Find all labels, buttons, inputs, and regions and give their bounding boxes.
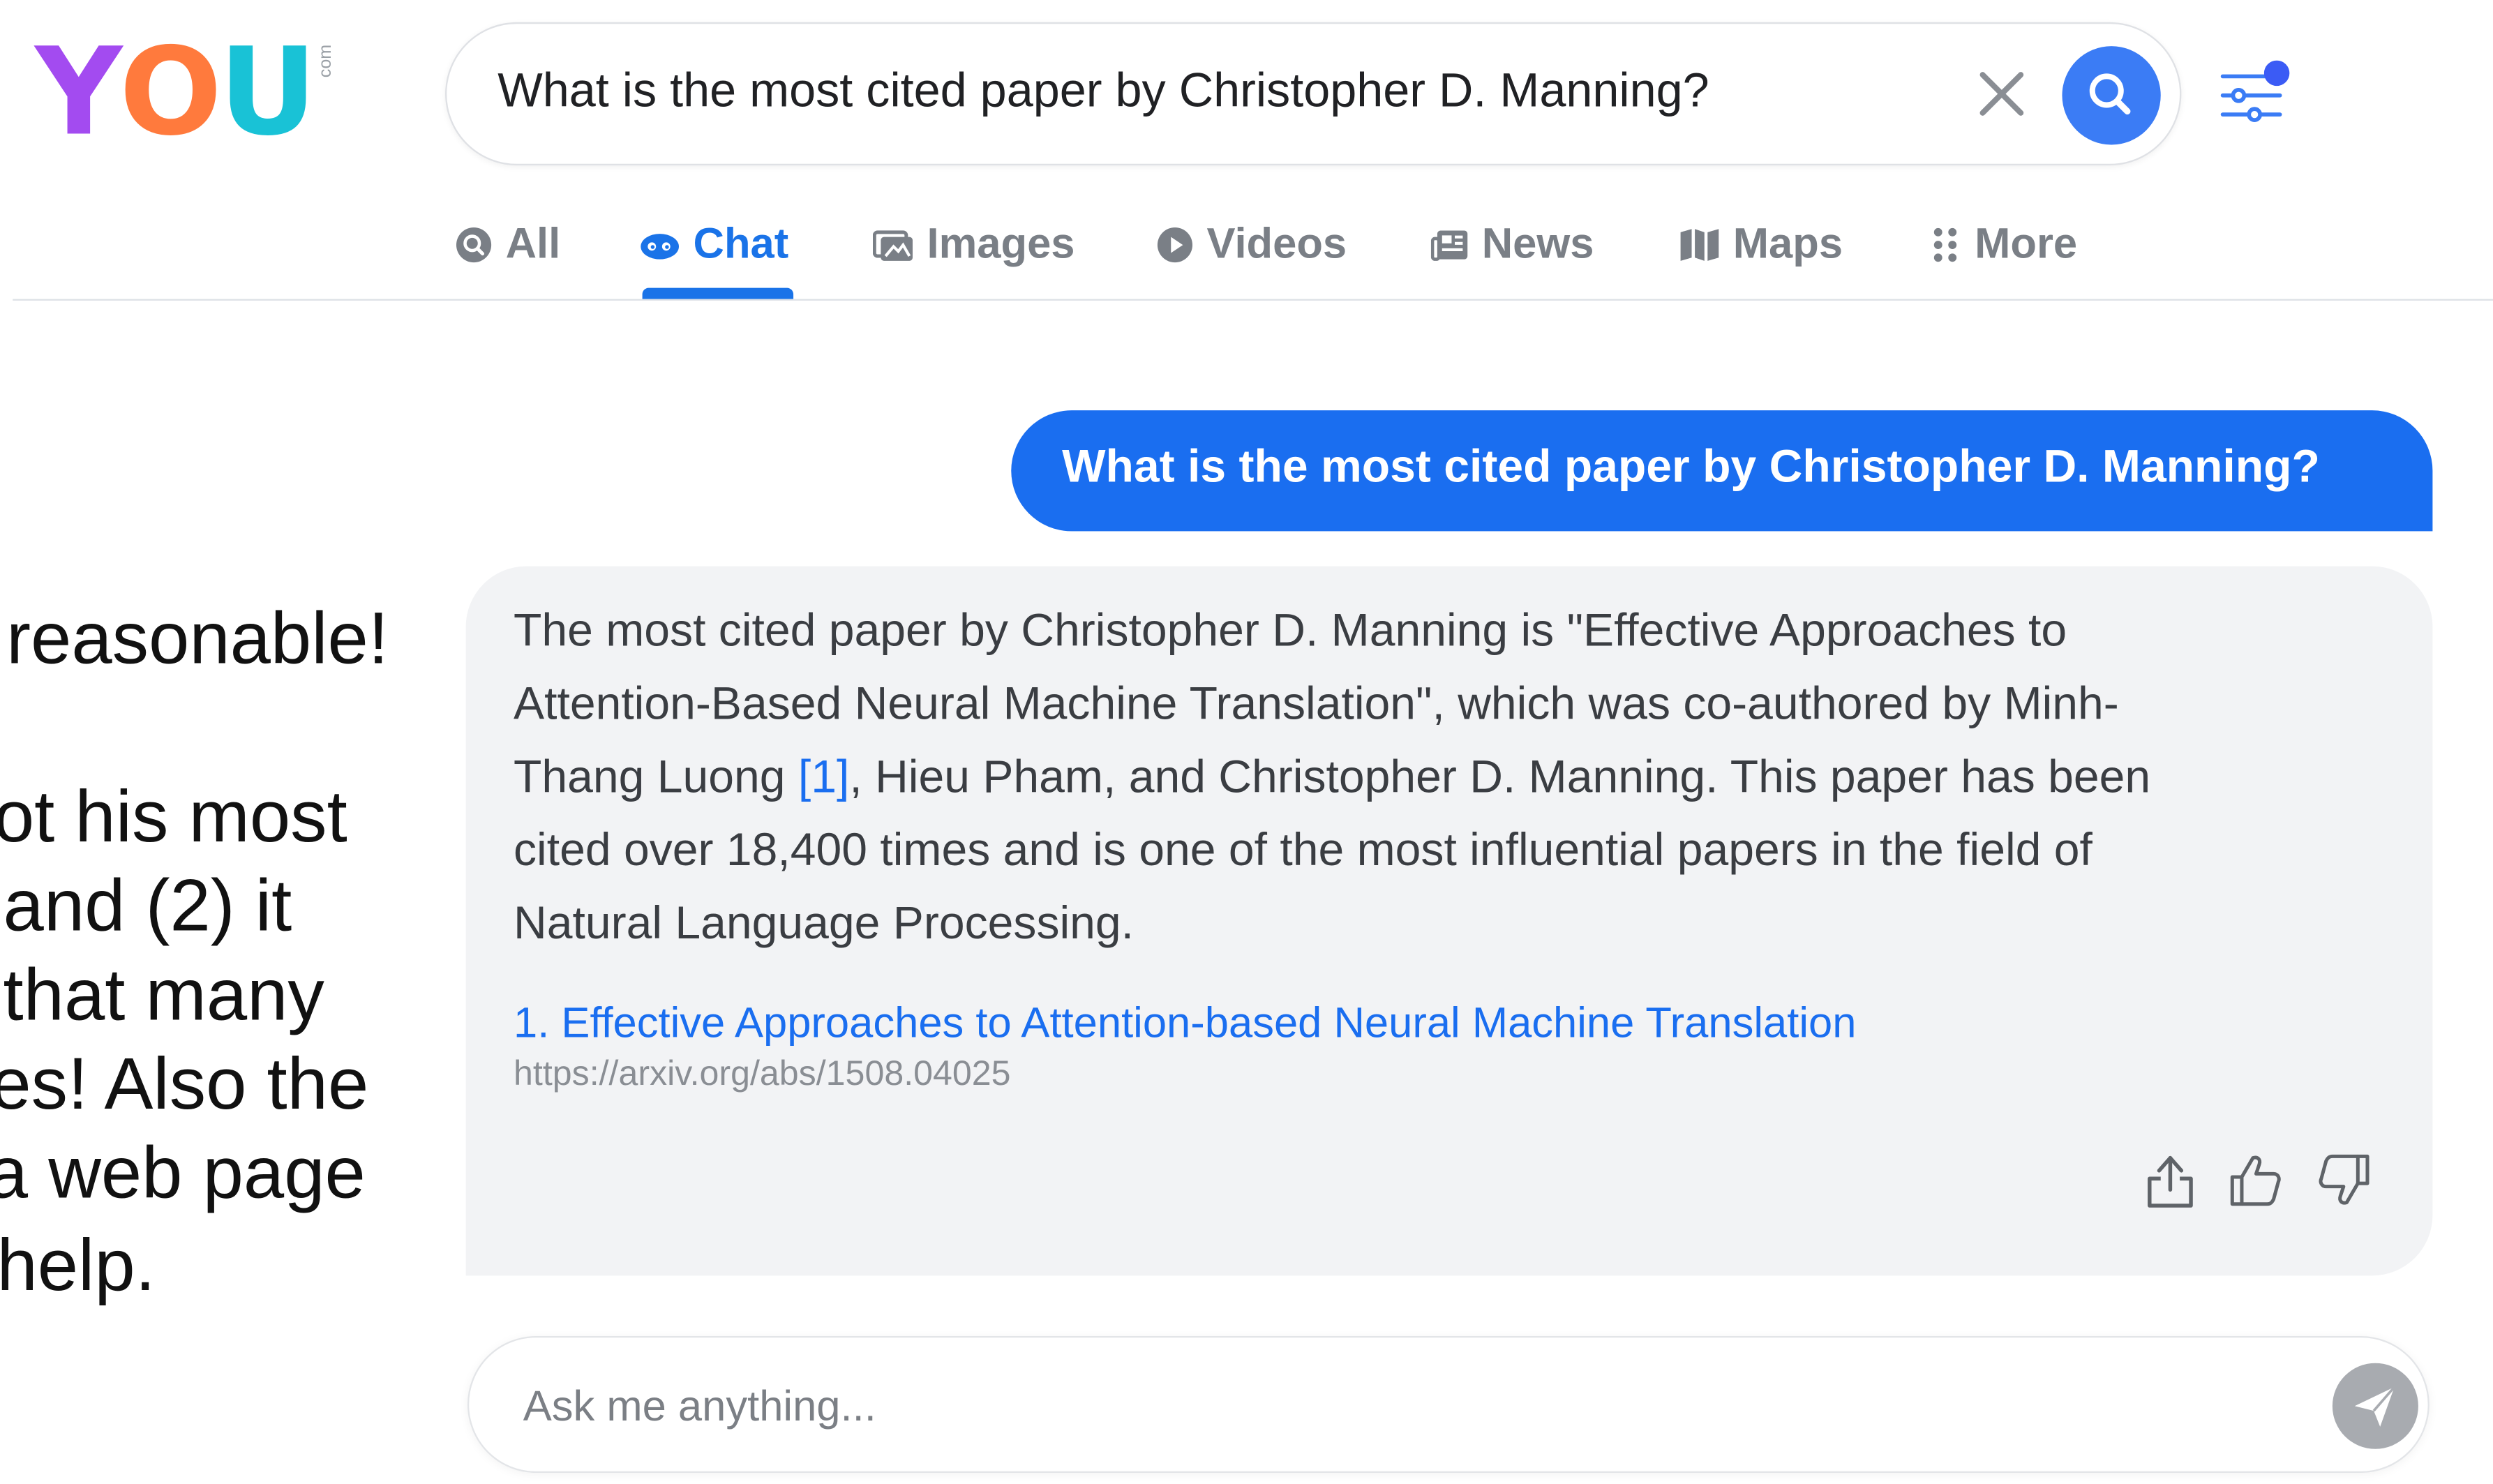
tab-label: More [1975,219,2078,267]
tab-label: News [1481,219,1594,267]
side-annotation-line-5: es! Also the [0,1042,369,1125]
logo-letter-u: U [218,20,317,163]
reference-link[interactable]: 1. Effective Approaches to Attention-bas… [514,999,1856,1049]
send-button[interactable] [2332,1363,2418,1449]
images-icon [873,230,913,260]
tab-label: Chat [693,219,789,267]
tab-label: All [505,219,561,267]
tab-all[interactable]: All [455,219,561,269]
user-message-text: What is the most cited paper by Christop… [1062,442,2320,493]
ask-bar [467,1335,2430,1474]
news-icon [1430,230,1468,260]
ask-input[interactable] [520,1372,2275,1440]
play-icon [1157,226,1193,262]
side-annotation-line-7: help. [0,1223,156,1306]
dots-grid-icon [1933,227,1957,262]
answer-fragment: , Hieu Pham, and Christopher D. Manning.… [849,752,2151,804]
page: Y O U com What is the most cited paper b… [0,0,2493,1484]
you-logo[interactable]: Y O U com [35,20,336,163]
citation-link[interactable]: [1] [798,752,849,803]
header-divider [13,299,2493,301]
map-icon [1680,228,1719,260]
thumbs-down-button[interactable] [2314,1148,2374,1212]
side-annotation-line-2: ot his most [0,774,347,857]
search-icon [2089,73,2131,115]
search-bar[interactable]: What is the most cited paper by Christop… [445,22,2182,166]
thumbs-down-icon [2319,1154,2370,1205]
reference-url: https://arxiv.org/abs/1508.04025 [514,1053,1011,1093]
close-icon [1979,72,2024,116]
send-icon [2354,1386,2396,1427]
side-annotation-line-1: reasonable! [6,596,389,680]
thumbs-up-icon [2230,1155,2281,1206]
app-frame: Y O U com What is the most cited paper b… [0,0,2493,1484]
answer-line: Thang Luong [1], Hieu Pham, and Christop… [514,741,2374,814]
thumbs-up-button[interactable] [2226,1148,2286,1212]
active-tab-indicator [642,287,794,299]
answer-line: The most cited paper by Christopher D. M… [514,606,2067,657]
tab-news[interactable]: News [1430,219,1594,269]
answer-line: cited over 18,400 times and is one of th… [514,825,2093,877]
tab-videos[interactable]: Videos [1156,220,1347,269]
search-query[interactable]: What is the most cited paper by Christop… [497,65,1709,119]
sliders-icon [2220,60,2290,122]
answer-fragment: Thang Luong [514,752,798,804]
tab-images[interactable]: Images [873,220,1075,269]
answer-text: The most cited paper by Christopher D. M… [514,595,2374,961]
answer-line: Attention-Based Neural Machine Translati… [514,679,2119,730]
search-tabs: All Chat Images Videos News Maps More [0,204,2493,299]
share-icon [2148,1155,2193,1208]
tab-label: Videos [1206,219,1347,267]
tab-maps[interactable]: Maps [1679,220,1843,269]
side-annotation-line-4: that many [3,952,324,1036]
tab-label: Maps [1732,219,1843,267]
side-annotation-line-3: and (2) it [3,863,292,947]
chat-icon [641,232,680,259]
side-annotation-line-6: a web page [0,1130,366,1214]
clear-search-button[interactable] [1970,62,2033,126]
answer-line: Natural Language Processing. [514,899,1135,950]
logo-letter-o: O [119,20,222,163]
assistant-answer-card: The most cited paper by Christopher D. M… [465,566,2433,1276]
tab-label: Images [927,219,1075,267]
search-settings-button[interactable] [2217,60,2293,130]
share-button[interactable] [2140,1148,2201,1212]
search-button[interactable] [2062,46,2161,145]
tab-more[interactable]: More [1930,220,2077,269]
logo-suffix: com [317,44,336,78]
search-icon [456,226,492,262]
logo-wordmark: Y O U [35,20,317,163]
user-message-bubble: What is the most cited paper by Christop… [1011,410,2433,532]
tab-chat[interactable]: Chat [639,220,788,269]
logo-letter-y: Y [35,20,122,163]
